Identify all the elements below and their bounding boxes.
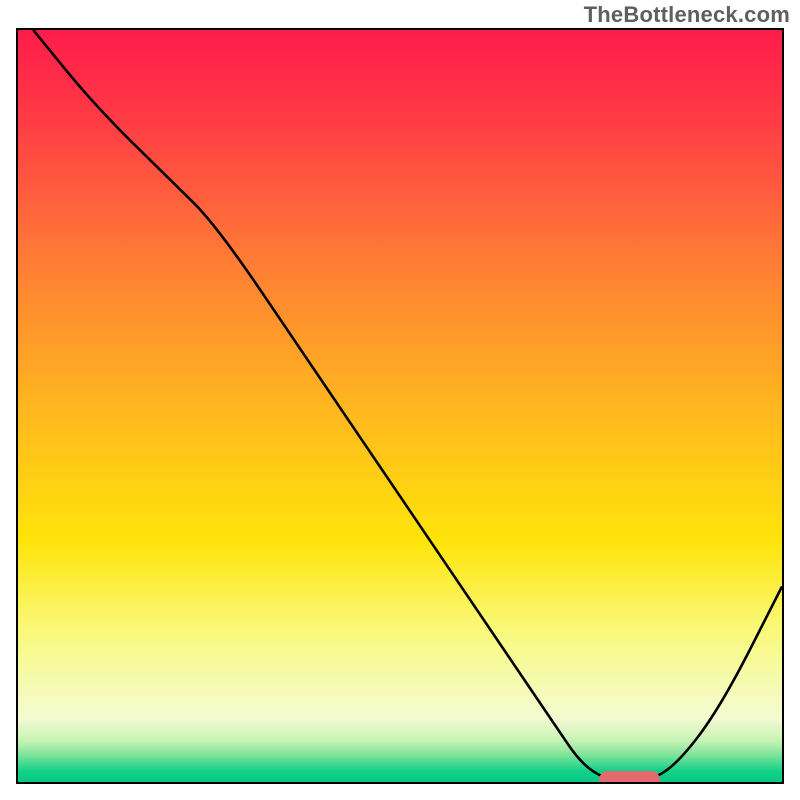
- chart-area: [16, 28, 784, 784]
- bottleneck-curve: [33, 30, 782, 782]
- curve-layer: [18, 30, 782, 782]
- watermark-text: TheBottleneck.com: [584, 2, 790, 28]
- optimum-marker: [599, 771, 660, 784]
